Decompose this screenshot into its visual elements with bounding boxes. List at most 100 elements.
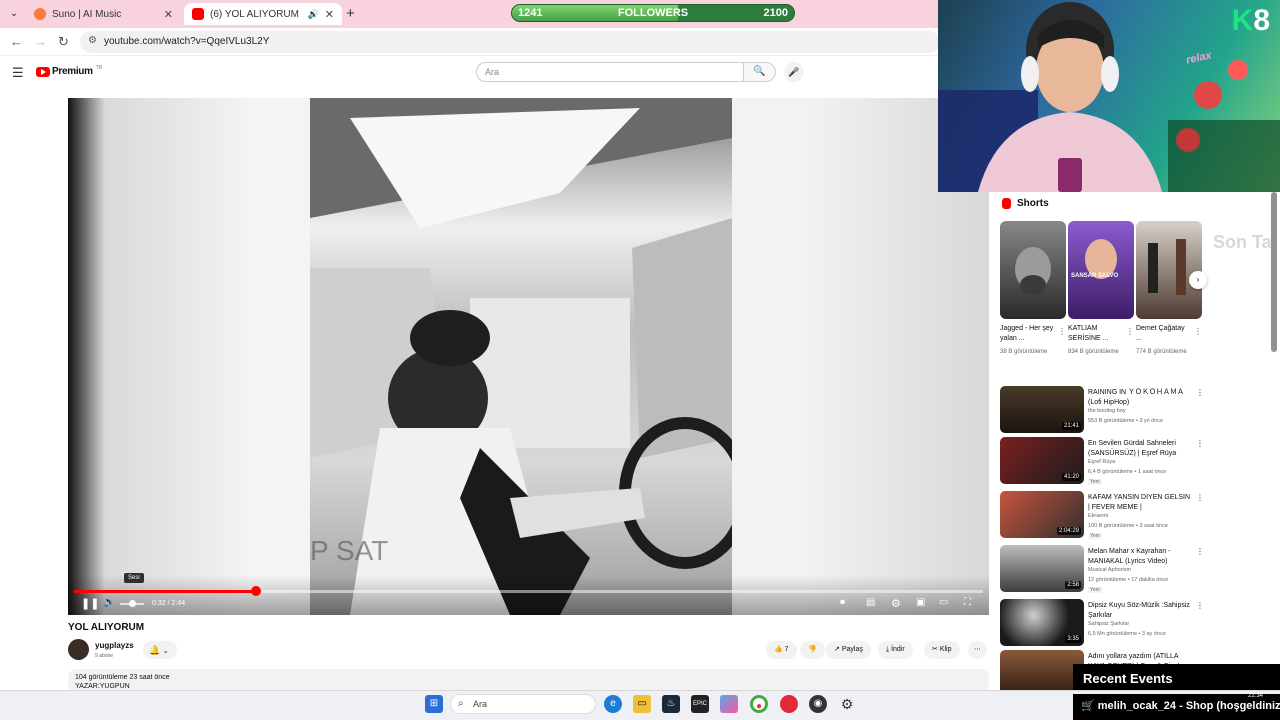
speaker-icon[interactable]: 🔊 — [308, 9, 319, 20]
download-icon: ⤓ — [886, 646, 890, 653]
short-thumbnail[interactable] — [1000, 221, 1066, 319]
steam-icon[interactable]: ♨ — [662, 695, 680, 713]
chrome-icon[interactable]: ● — [750, 695, 768, 713]
autoplay-toggle-icon[interactable]: ⏺ — [840, 597, 845, 608]
video-thumbnail[interactable] — [1000, 650, 1084, 690]
time-separator: / — [167, 600, 170, 607]
recommended-video[interactable]: 2:58 Melan Mahar x Kayrahan - MANIAKAL (… — [1000, 545, 1210, 593]
site-info-icon[interactable]: ⚙ — [88, 35, 97, 46]
obs-studio-icon[interactable]: ◉ — [809, 695, 827, 713]
tab-suno[interactable]: Suno | AI Music ✕ — [26, 3, 181, 25]
short-thumbnail[interactable]: SANSAR SALVO — [1068, 221, 1134, 319]
miniplayer-icon[interactable]: ▣ — [916, 597, 925, 608]
bell-icon: 🔔 — [149, 645, 161, 655]
file-explorer-icon[interactable]: ▭ — [633, 695, 651, 713]
clip-button[interactable]: ✂ Klip — [924, 641, 960, 659]
video-channel[interactable]: the bootleg boy — [1088, 408, 1126, 414]
close-tab-icon[interactable]: ✕ — [325, 8, 334, 21]
video-menu-icon[interactable]: ⋮ — [1196, 439, 1204, 448]
taskbar-search-input[interactable]: ⌕ Ara — [450, 694, 596, 714]
download-button[interactable]: ⤓ İndir — [878, 641, 913, 659]
search-icon[interactable]: 🔍 — [744, 62, 776, 82]
notification-bell-button[interactable]: 🔔 ⌄ — [143, 641, 177, 659]
settings-gear-icon[interactable]: ⚙ — [838, 695, 856, 713]
short-menu-icon[interactable]: ⋮ — [1194, 327, 1202, 336]
sidebar-scrollbar[interactable] — [1271, 192, 1277, 352]
video-thumbnail[interactable]: 41:20 — [1000, 437, 1084, 484]
video-duration: 41:20 — [1061, 473, 1081, 481]
channel-avatar[interactable] — [68, 639, 89, 660]
back-arrow-icon[interactable]: ← — [10, 34, 23, 49]
settings-gear-icon[interactable]: ⚙ — [891, 597, 901, 610]
search-input[interactable]: Ara — [476, 62, 744, 82]
microphone-icon[interactable]: 🎤 — [784, 62, 804, 82]
video-progress-bar[interactable] — [74, 586, 983, 596]
video-title[interactable]: Melan Mahar x Kayrahan - MANIAKAL (Lyric… — [1088, 547, 1192, 567]
short-title[interactable]: KATLİAM SERİSİNE ... — [1068, 324, 1124, 344]
subtitles-icon[interactable]: ▤ — [866, 597, 875, 608]
followers-label: FOLLOWERS — [617, 7, 689, 19]
video-title[interactable]: KAFAM YANSIN DİYEN GELSİN | FEVER MEME | — [1088, 493, 1192, 513]
short-item[interactable]: SANSAR SALVO KATLİAM SERİSİNE ... 834 B … — [1068, 221, 1134, 357]
recommended-video[interactable]: 2:04:29 KAFAM YANSIN DİYEN GELSİN | FEVE… — [1000, 491, 1210, 539]
fullscreen-icon[interactable]: ⛶ — [964, 597, 971, 608]
video-player[interactable]: P SAT Sesi ❚❚ 🔈 0:32 / 2:44 ⏺ ▤ ⚙ ▣ ▭ ⛶ — [68, 98, 989, 615]
channel-name[interactable]: yugplayzs — [95, 641, 134, 650]
video-title[interactable]: RAINING IN ＹＯＫＯＨＡＭＡ (Lofi HipHop) — [1088, 388, 1192, 408]
duration: 2:44 — [171, 600, 186, 607]
progress-scrubber-handle[interactable] — [250, 586, 261, 596]
video-thumbnail[interactable]: 3:35 — [1000, 599, 1084, 646]
address-bar[interactable]: ⚙ youtube.com/watch?v=QqeIVLu3L2Y — [80, 31, 940, 53]
windows-start-icon[interactable]: ⊞ — [425, 695, 443, 713]
video-thumbnail[interactable]: 21:41 — [1000, 386, 1084, 433]
forward-arrow-icon[interactable]: → — [34, 34, 47, 49]
like-button[interactable]: 👍 7 — [766, 641, 797, 659]
share-button[interactable]: ↗ Paylaş — [826, 641, 871, 659]
recording-app-icon[interactable] — [780, 695, 798, 713]
chevron-right-icon[interactable]: › — [1189, 271, 1207, 289]
video-channel[interactable]: Sahipsiz Şarkılar — [1088, 621, 1129, 627]
short-thumbnail[interactable] — [1136, 221, 1202, 319]
video-channel[interactable]: Ekraemi — [1088, 513, 1108, 519]
pause-icon[interactable]: ❚❚ — [81, 597, 99, 610]
short-thumb-text: SANSAR SALVO — [1071, 273, 1119, 279]
dislike-button[interactable]: 👎 — [800, 641, 825, 659]
hamburger-menu-icon[interactable]: ☰ — [12, 65, 24, 81]
short-title[interactable]: Demet Çağatay ... — [1136, 324, 1192, 344]
video-menu-icon[interactable]: ⋮ — [1196, 493, 1204, 502]
video-menu-icon[interactable]: ⋮ — [1196, 601, 1204, 610]
tab-youtube[interactable]: (6) YOL ALIYORUM - YouTube 🔊 ✕ — [184, 3, 342, 25]
video-channel[interactable]: Eşref Rüya — [1088, 459, 1115, 465]
youtube-premium-logo[interactable]: Premium TR — [36, 65, 102, 77]
short-item[interactable]: Jagged - Her şey yalan ... 38 B görüntül… — [1000, 221, 1066, 357]
video-channel[interactable]: Musical Aphorism — [1088, 567, 1131, 573]
search-icon: ⌕ — [458, 698, 464, 709]
video-title[interactable]: Dipsiz Kuyu Söz-Müzik :Sahipsiz Şarkılar — [1088, 601, 1192, 621]
browser-nav-bar: ← → ↻ ⚙ youtube.com/watch?v=QqeIVLu3L2Y — [0, 28, 940, 56]
short-menu-icon[interactable]: ⋮ — [1126, 327, 1134, 336]
video-menu-icon[interactable]: ⋮ — [1196, 388, 1204, 397]
new-tab-button[interactable]: + — [346, 5, 355, 22]
short-menu-icon[interactable]: ⋮ — [1058, 327, 1066, 336]
close-tab-icon[interactable]: ✕ — [164, 8, 173, 21]
theater-mode-icon[interactable]: ▭ — [939, 597, 948, 608]
volume-slider-handle[interactable] — [129, 600, 136, 607]
video-thumbnail[interactable]: 2:58 — [1000, 545, 1084, 592]
volume-icon[interactable]: 🔈 — [103, 597, 115, 608]
epic-games-icon[interactable]: EPIC — [691, 695, 709, 713]
reload-icon[interactable]: ↻ — [58, 34, 69, 50]
copilot-icon[interactable] — [720, 695, 738, 713]
edge-browser-icon[interactable]: e — [604, 695, 622, 713]
short-title[interactable]: Jagged - Her şey yalan ... — [1000, 324, 1056, 344]
recommended-video[interactable]: 41:20 En Sevilen Gürdal Sahneleri (SANSÜ… — [1000, 437, 1210, 485]
short-views: 38 B görüntüleme — [1000, 349, 1048, 355]
video-menu-icon[interactable]: ⋮ — [1196, 547, 1204, 556]
recommended-video[interactable]: 21:41 RAINING IN ＹＯＫＯＨＡＭＡ (Lofi HipHop) … — [1000, 386, 1210, 434]
video-thumbnail[interactable]: 2:04:29 — [1000, 491, 1084, 538]
share-icon: ↗ — [834, 646, 840, 653]
short-item[interactable]: Demet Çağatay ... 774 B görüntüleme ⋮ — [1136, 221, 1202, 357]
video-title[interactable]: En Sevilen Gürdal Sahneleri (SANSÜRSÜZ) … — [1088, 439, 1192, 459]
more-actions-icon[interactable]: ⋯ — [968, 641, 987, 659]
tab-search-icon[interactable]: ⌄ — [6, 6, 22, 22]
recommended-video[interactable]: 3:35 Dipsiz Kuyu Söz-Müzik :Sahipsiz Şar… — [1000, 599, 1210, 647]
